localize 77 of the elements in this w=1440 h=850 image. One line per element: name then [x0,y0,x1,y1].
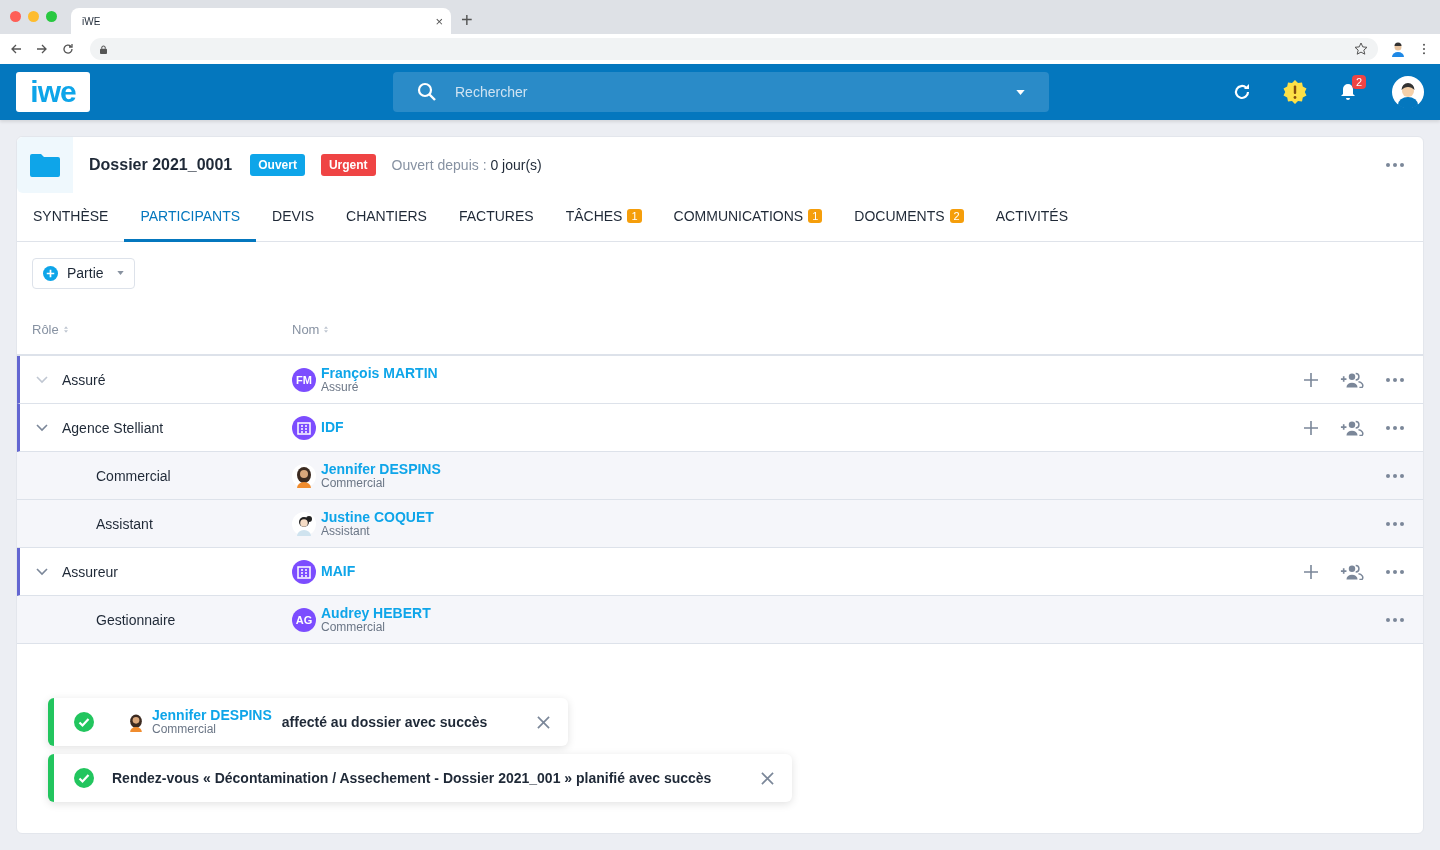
role-label: Gestionnaire [96,611,176,628]
close-icon[interactable] [537,715,551,729]
toast-message: affecté au dossier avec succès [281,714,488,730]
forward-icon[interactable] [36,43,48,55]
tab[interactable]: FACTURES [442,193,550,242]
tab-title: iWE [82,15,101,27]
close-icon[interactable] [761,771,775,785]
building-icon [292,415,316,440]
caret-icon [116,271,124,275]
tab[interactable]: COMMUNICATIONS 1 [657,193,839,242]
add-people-icon[interactable] [1340,563,1364,580]
person-avatar [292,511,316,536]
tab[interactable]: PARTICIPANTS [124,193,257,242]
lock-icon [100,44,107,54]
add-people-icon[interactable] [1340,371,1364,388]
status-badge: Ouvert [250,154,305,176]
initials-avatar: FM [292,367,316,392]
toast-message: Rendez-vous « Décontamination / Assechement - Dossier 2021_001 » planifié avec succès [112,770,712,786]
add-people-icon[interactable] [1340,419,1364,436]
tab[interactable]: TÂCHES 1 [549,193,658,242]
refresh-icon[interactable] [1232,82,1252,102]
reload-icon[interactable] [62,43,74,55]
check-icon [74,712,94,732]
new-tab-button[interactable]: + [461,8,473,32]
search-bar[interactable]: Rechercher [393,72,1049,112]
star-icon[interactable] [1354,42,1368,56]
add-icon[interactable] [1304,564,1318,579]
menu-icon[interactable] [1422,43,1426,55]
role-label: Agence Stelliant [62,419,164,436]
tab[interactable]: DOCUMENTS 2 [838,193,980,242]
more-icon[interactable] [1386,473,1404,478]
more-icon[interactable] [1386,521,1404,526]
close-window-button[interactable] [10,10,21,22]
chevron-icon[interactable] [36,423,48,432]
back-icon[interactable] [10,43,22,55]
add-party-button[interactable]: Partie [32,257,135,289]
folder-icon [30,153,60,177]
more-icon[interactable] [1386,617,1404,622]
plus-icon [43,265,58,281]
add-icon[interactable] [1304,420,1318,435]
browser-tab[interactable]: iWE × [71,8,451,34]
role-label: Commercial [96,467,171,484]
profile-icon[interactable] [1390,41,1406,57]
alert-badge-icon[interactable] [1282,79,1308,105]
chevron-icon[interactable] [36,567,48,576]
caret-icon[interactable] [1016,89,1025,95]
check-icon [74,768,94,788]
role-label: Assureur [62,563,119,580]
dossier-title: Dossier 2021_0001 [89,156,233,174]
tab[interactable]: SYNTHÈSE [17,193,125,242]
column-header[interactable]: Rôle [17,321,292,337]
opened-duration: Ouvert depuis : 0 jour(s) [391,157,542,173]
person-avatar [292,463,316,488]
participant-role: Assuré [321,380,359,394]
participant-role: Commercial [152,723,217,736]
tab[interactable]: CHANTIERS [330,193,443,242]
search-icon [417,82,437,102]
more-icon[interactable] [1386,569,1404,574]
role-label: Assistant [96,515,153,532]
more-icon[interactable] [1386,425,1404,430]
close-tab-button[interactable]: × [435,13,443,29]
participant-role: Commercial [321,620,386,634]
status-badge: Urgent [320,154,376,176]
user-avatar[interactable] [1392,76,1424,108]
add-icon[interactable] [1304,372,1318,387]
more-icon[interactable] [1386,377,1404,382]
tab[interactable]: DEVIS [256,193,331,242]
search-field[interactable]: Rechercher [453,83,1016,101]
column-header[interactable]: Nom [292,321,329,337]
initials-avatar: AG [292,607,316,632]
role-label: Assuré [62,371,106,388]
participant-role: Assistant [321,524,371,538]
notification-badge: 2 [1351,75,1366,89]
more-icon[interactable] [1386,163,1404,167]
tab[interactable]: ACTIVITÉS [979,193,1085,242]
building-icon [292,559,316,584]
participant-role: Commercial [321,476,386,490]
